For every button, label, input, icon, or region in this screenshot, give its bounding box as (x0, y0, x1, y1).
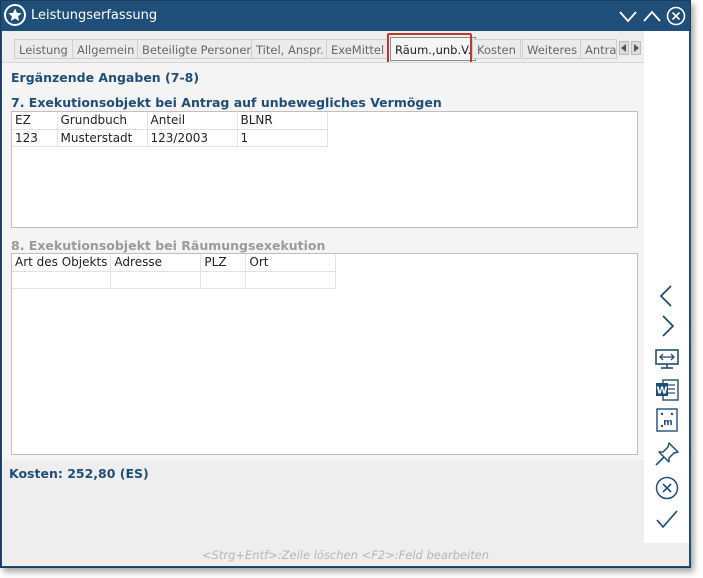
title-bar: Leistungserfassung (1, 1, 690, 31)
page-heading: Ergänzende Angaben (7-8) (11, 70, 200, 85)
grid-header-row: Art des Objekts Adresse PLZ Ort (12, 254, 337, 272)
tab-leistung[interactable]: Leistung (14, 39, 73, 59)
forward-chevron-icon[interactable] (653, 312, 681, 340)
window-title: Leistungserfassung (31, 8, 158, 23)
column-header-grundbuch[interactable]: Grundbuch (57, 112, 148, 130)
main-window: Leistungserfassung Leistung Allgemein Be… (0, 0, 691, 568)
cell-ez[interactable]: 123 (12, 129, 58, 147)
tab-scroll-left-icon[interactable] (619, 41, 629, 55)
cancel-circle-icon[interactable] (653, 474, 681, 502)
cell-anteil[interactable]: 123/2003 (147, 129, 238, 147)
column-header-ort[interactable]: Ort (245, 254, 337, 272)
column-header-art-des-objekts[interactable]: Art des Objekts (12, 254, 112, 272)
section-8-title: 8. Exekutionsobjekt bei Räumungsexekutio… (11, 238, 326, 253)
tab-beteiligte-personen[interactable]: Beteiligte Personen (137, 39, 259, 59)
cell-ort[interactable] (245, 271, 337, 289)
cell-adresse[interactable] (110, 271, 202, 289)
client-area: Leistung Allgemein Beteiligte Personen T… (2, 31, 689, 566)
tab-scroll-right-icon[interactable] (631, 41, 641, 55)
back-chevron-icon[interactable] (653, 282, 681, 310)
tab-exemittel[interactable]: ExeMittel (326, 39, 390, 59)
column-header-plz[interactable]: PLZ (200, 254, 247, 272)
section-7-title: 7. Exekutionsobjekt bei Antrag auf unbew… (11, 95, 442, 110)
close-circle-icon[interactable] (665, 5, 687, 27)
template-m-icon[interactable]: m (653, 406, 681, 434)
column-header-anteil[interactable]: Anteil (147, 112, 238, 130)
minimize-chevron-icon[interactable] (617, 5, 639, 27)
column-header-ez[interactable]: EZ (12, 112, 58, 130)
tab-titel-anspr[interactable]: Titel, Anspr. (251, 39, 329, 59)
section-7-grid[interactable]: EZ Grundbuch Anteil BLNR 123 Musterstadt… (11, 111, 638, 228)
svg-text:m: m (663, 418, 672, 428)
tab-allgemein[interactable]: Allgemein (72, 39, 140, 59)
svg-text:W: W (656, 386, 667, 397)
cell-art-des-objekts[interactable] (12, 271, 112, 289)
maximize-chevron-icon[interactable] (641, 5, 663, 27)
tab-content: Ergänzende Angaben (7-8) 7. Exekutionsob… (2, 62, 644, 460)
column-header-adresse[interactable]: Adresse (110, 254, 202, 272)
cell-grundbuch[interactable]: Musterstadt (57, 129, 148, 147)
pin-icon[interactable] (653, 440, 681, 468)
screen-resize-icon[interactable] (653, 345, 681, 373)
window-border-right (689, 31, 691, 566)
action-sidebar: W m (644, 31, 689, 543)
star-icon (4, 4, 26, 26)
cell-plz[interactable] (200, 271, 247, 289)
table-row[interactable] (12, 271, 337, 289)
keyboard-hint: <Strg+Entf>:Zeile löschen <F2>:Feld bear… (201, 548, 490, 562)
tab-kosten[interactable]: Kosten (472, 39, 521, 59)
costs-label: Kosten: 252,80 (ES) (9, 466, 149, 481)
table-row[interactable]: 123 Musterstadt 123/2003 1 (12, 129, 328, 147)
tab-strip: Leistung Allgemein Beteiligte Personen T… (2, 31, 644, 68)
tab-raeum-unbv[interactable]: Räum.,unb.V. (390, 37, 477, 61)
grid-header-row: EZ Grundbuch Anteil BLNR (12, 112, 328, 130)
confirm-check-icon[interactable] (653, 505, 681, 533)
cell-blnr[interactable]: 1 (237, 129, 328, 147)
column-header-blnr[interactable]: BLNR (237, 112, 328, 130)
word-document-icon[interactable]: W (653, 376, 681, 404)
tab-antra[interactable]: Antra (580, 39, 617, 59)
section-8-grid[interactable]: Art des Objekts Adresse PLZ Ort (11, 253, 638, 455)
tab-weiteres[interactable]: Weiteres (522, 39, 583, 59)
